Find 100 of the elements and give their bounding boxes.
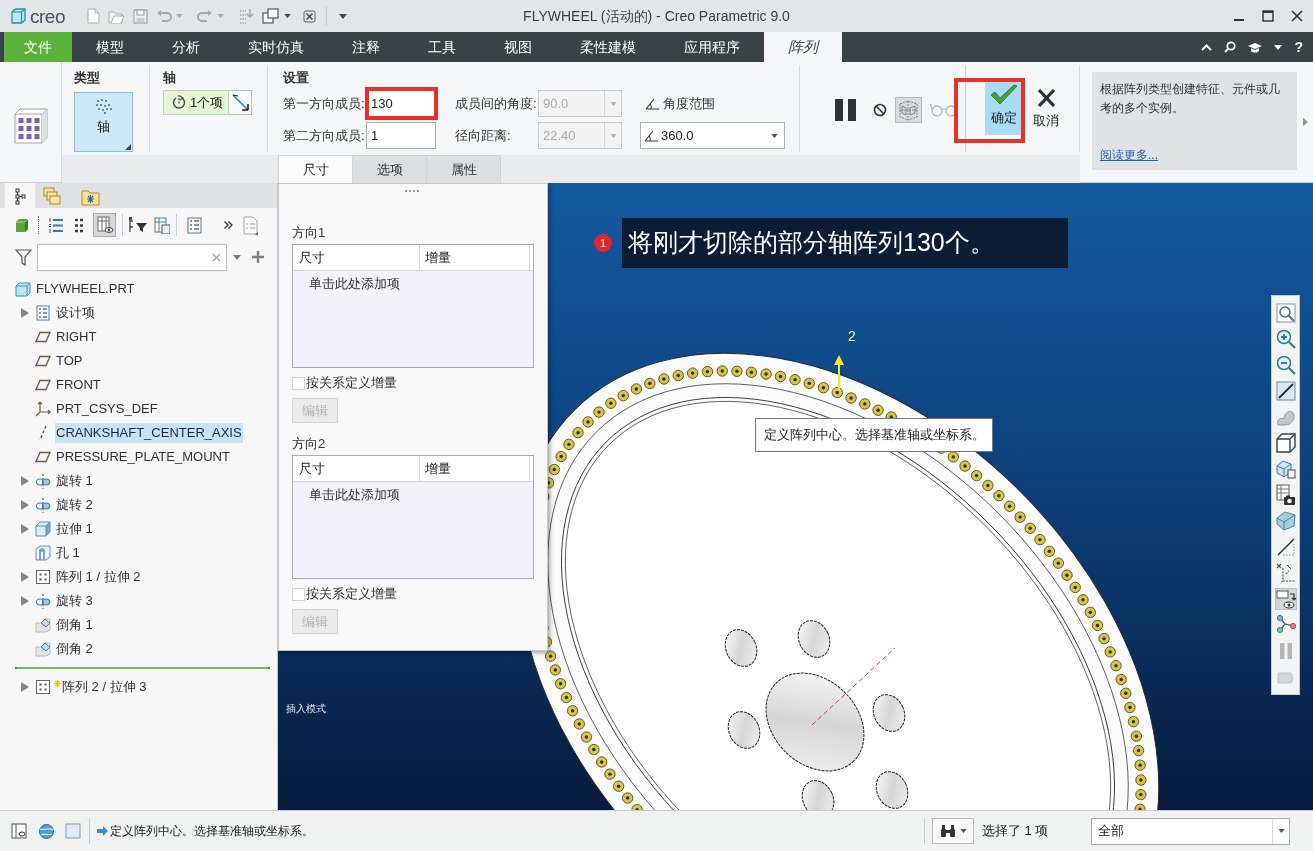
tree-item[interactable]: RIGHT [55,327,98,347]
dot-list-icon[interactable] [75,217,83,233]
tree-item[interactable]: 设计项 [55,303,96,323]
pattern-icon[interactable] [13,108,48,144]
tree-item[interactable]: 旋转 2 [55,495,94,515]
camera-icon[interactable] [1274,484,1297,506]
flip-direction-button[interactable] [229,90,252,115]
caret-icon[interactable] [771,133,778,138]
ribbon-tab[interactable]: 分析 [148,32,224,62]
tree-item[interactable]: CRANKSHAFT_CENTER_AXIS [55,423,243,443]
add-item-row[interactable]: 单击此处添加项 [309,485,400,505]
globe-icon[interactable] [38,822,55,840]
expand-arrow-icon[interactable] [21,524,29,534]
caret-icon[interactable] [959,829,967,833]
ribbon-tab[interactable]: 注释 [328,32,404,62]
checkbox[interactable] [292,587,305,601]
expand-arrow-icon[interactable] [21,596,29,606]
shaded-cube-icon[interactable] [15,217,29,233]
connected-nodes-icon[interactable] [1274,614,1297,636]
tree-item[interactable]: TOP [55,351,84,371]
panel-tab[interactable]: 属性 [427,155,501,183]
confirm-button[interactable]: 确定 [985,80,1022,135]
caret-icon[interactable] [283,14,291,18]
ribbon-tab[interactable]: 阵列 [764,32,842,62]
add-icon[interactable] [252,251,264,263]
caret-icon[interactable] [1274,44,1283,50]
find-button[interactable] [932,818,974,844]
expand-arrow-icon[interactable] [21,500,29,510]
angle-range-dropdown[interactable]: 360.0 [640,122,785,149]
panel-toggle-icon[interactable] [11,823,27,839]
expand-arrow-icon[interactable] [21,476,29,486]
cube-icon[interactable] [1274,432,1297,454]
display-style-icon[interactable] [1274,510,1297,532]
tree-item[interactable]: PRESSURE_PLATE_MOUNT [55,447,231,467]
tree-item[interactable]: 倒角 1 [55,615,94,635]
document-icon[interactable] [243,215,259,235]
ribbon-tab[interactable]: 柔性建模 [556,32,660,62]
view-manager-icon[interactable] [1274,458,1297,480]
insert-marker-line[interactable] [15,667,270,669]
zoom-out-icon[interactable] [1274,354,1297,376]
windows-icon[interactable] [261,8,279,24]
axis-collector[interactable]: 1个项 [163,90,229,115]
add-item-row[interactable]: 单击此处添加项 [309,274,400,294]
tree-item[interactable]: 旋转 1 [55,471,94,491]
column-display-icon[interactable] [93,213,116,237]
list-view-icon[interactable] [49,217,63,233]
expand-arrow-icon[interactable] [21,308,29,318]
chevrons-icon[interactable] [224,221,233,229]
scroll-right-icon[interactable] [1303,118,1308,126]
checkbox-label[interactable]: 按关系定义增量 [306,373,397,393]
caret-icon[interactable] [1277,829,1285,833]
stop-icon[interactable] [873,103,887,117]
maximize-icon[interactable] [1262,10,1274,22]
tree-item[interactable]: 阵列 2 / 拉伸 3 [61,677,148,697]
panel-tab[interactable]: 选项 [353,155,427,183]
tree-filter-icon[interactable] [129,217,147,233]
graduation-cap-icon[interactable] [1248,41,1263,53]
tree-item[interactable]: 倒角 2 [55,639,94,659]
search-field[interactable] [37,243,227,271]
save-icon[interactable] [132,8,148,24]
zoom-in-icon[interactable] [1274,328,1297,350]
close-icon[interactable] [1291,10,1303,22]
model-tree-icon[interactable] [5,183,35,208]
checkbox-label[interactable]: 按关系定义增量 [306,584,397,604]
ribbon-tab[interactable]: 视图 [480,32,556,62]
tree-item[interactable]: 阵列 1 / 拉伸 2 [55,567,142,587]
ribbon-tab[interactable]: 工具 [404,32,480,62]
pause-icon[interactable] [833,98,859,122]
expand-arrow-icon[interactable] [21,572,29,582]
input-field[interactable]: 1 [366,122,436,149]
checkbox[interactable] [292,376,305,390]
tree-root[interactable]: FLYWHEEL.PRT [36,279,135,299]
help-button[interactable]: ? [1294,36,1303,58]
cancel-button[interactable]: 取消 [1030,80,1062,135]
clear-icon[interactable] [212,252,221,262]
search-icon[interactable] [1224,41,1237,53]
tree-item[interactable]: PRT_CSYS_DEF [55,399,159,419]
collapse-ribbon-icon[interactable] [1201,43,1213,51]
type-button[interactable]: 轴 [74,92,133,152]
expand-arrow-icon[interactable] [21,682,29,692]
axes-icon[interactable] [1274,562,1297,584]
read-more-link[interactable]: 阅读更多... [1100,146,1158,164]
selection-filter-dropdown[interactable]: 全部 [1091,817,1290,845]
ribbon-tab[interactable]: 应用程序 [660,32,764,62]
panel-tab[interactable]: 尺寸 [278,155,353,183]
details-list-icon[interactable] [187,216,202,234]
table-icon[interactable] [154,216,170,234]
magnifier-icon[interactable] [1274,302,1297,324]
repaint-icon[interactable] [1274,380,1297,402]
customize-caret-icon[interactable] [338,13,347,19]
close-window-icon[interactable] [302,9,316,23]
tree-item[interactable]: 旋转 3 [55,591,94,611]
ribbon-tab[interactable]: 实时仿真 [224,32,328,62]
tree-item[interactable]: FRONT [55,375,102,395]
preview-icon[interactable] [895,97,922,123]
filter-icon[interactable] [15,248,32,266]
tree-item[interactable]: 孔 1 [55,543,81,563]
annotation-display-icon[interactable] [1274,588,1297,610]
ribbon-tab[interactable]: 模型 [72,32,148,62]
tree-item[interactable]: 拉伸 1 [55,519,94,539]
